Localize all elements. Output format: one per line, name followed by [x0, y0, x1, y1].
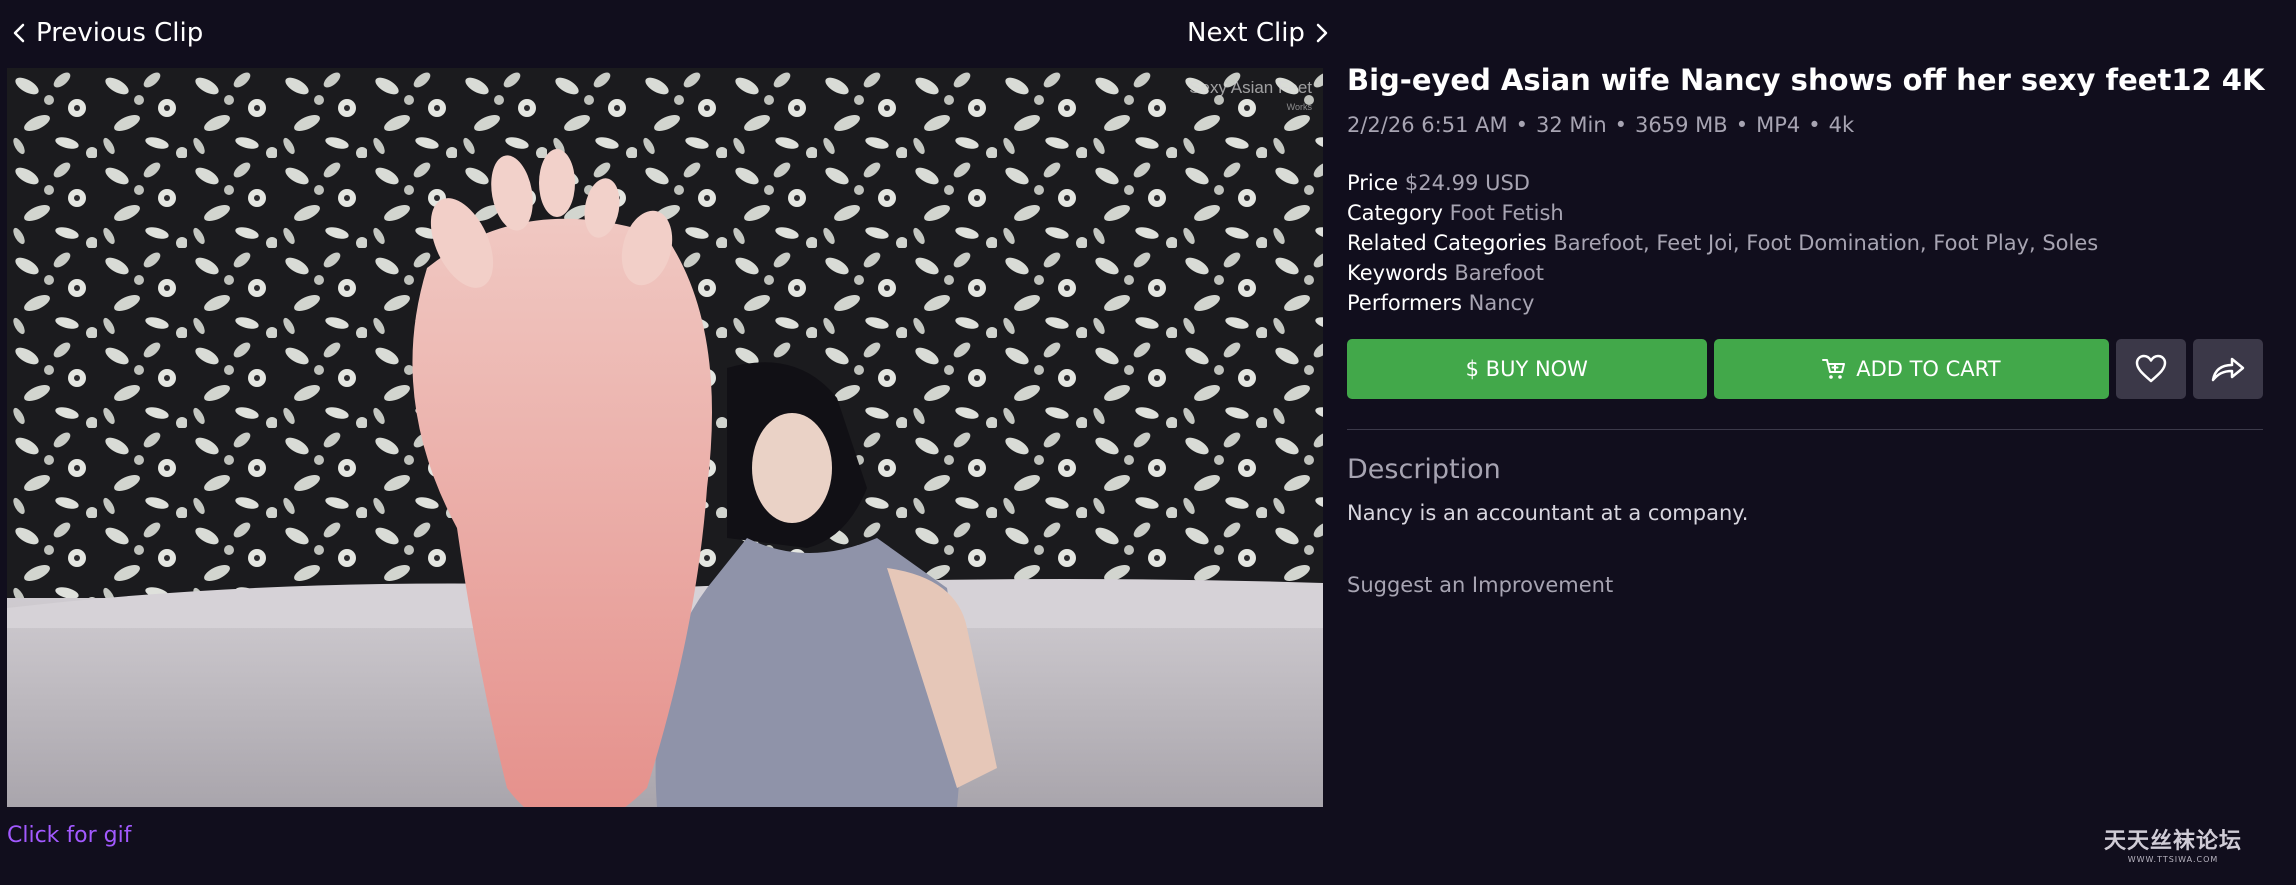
preview-overlay-sub: Works [1287, 102, 1313, 112]
property-label: Price [1347, 171, 1399, 195]
clip-details: Big-eyed Asian wife Nancy shows off her … [1347, 58, 2265, 597]
share-icon [2211, 357, 2245, 382]
meta-separator: • [1515, 113, 1528, 137]
watermark-main: 天天丝袜论坛 [2104, 828, 2243, 854]
clip-format: MP4 [1756, 113, 1801, 137]
click-for-gif-link[interactable]: Click for gif [7, 823, 131, 848]
description-heading: Description [1347, 454, 1501, 485]
buy-now-button[interactable]: $ BUY NOW [1347, 339, 1707, 399]
property-label: Performers [1347, 291, 1462, 315]
section-divider [1347, 429, 2263, 430]
heart-icon [2135, 354, 2167, 383]
clip-duration: 32 Min [1535, 113, 1607, 137]
meta-separator: • [1735, 113, 1749, 137]
property-category: Category Foot Fetish [1347, 198, 2263, 228]
property-label: Related Categories [1347, 231, 1547, 255]
property-performers: Performers Nancy [1347, 288, 2263, 318]
property-label: Keywords [1347, 261, 1448, 285]
meta-separator: • [1614, 113, 1628, 137]
preview-overlay-text: Sexy Asian Feet [1189, 78, 1312, 97]
purchase-actions: $ BUY NOW ADD TO CART [1347, 339, 2263, 399]
forum-watermark-logo: 天天丝袜论坛 WWW.TTSIWA.COM [2104, 823, 2242, 864]
property-label: Category [1347, 201, 1443, 225]
keyword-link[interactable]: Barefoot [1454, 261, 1544, 285]
share-button[interactable] [2193, 339, 2263, 399]
category-link[interactable]: Foot Fetish [1450, 201, 1564, 225]
add-to-cart-label: ADD TO CART [1856, 357, 2001, 381]
chevron-right-icon [1316, 23, 1328, 43]
performer-link[interactable]: Nancy [1469, 291, 1535, 315]
chevron-left-icon [13, 23, 25, 43]
watermark-sub: WWW.TTSIWA.COM [2127, 855, 2219, 864]
suggest-improvement-link[interactable]: Suggest an Improvement [1347, 573, 2263, 597]
previous-clip-label: Previous Clip [36, 18, 204, 48]
clip-preview-image[interactable]: Sexy Asian Feet Works [7, 68, 1323, 807]
property-keywords: Keywords Barefoot [1347, 258, 2263, 288]
favorite-button[interactable] [2116, 339, 2187, 399]
next-clip-label: Next Clip [1187, 18, 1305, 48]
clip-properties: Price $24.99 USD Category Foot Fetish Re… [1347, 168, 2263, 318]
next-clip-link[interactable]: Next Clip [1187, 18, 1329, 48]
property-related-categories: Related Categories Barefoot, Feet Joi, F… [1347, 228, 2263, 258]
preview-illustration: Sexy Asian Feet Works [7, 68, 1323, 807]
property-value: $24.99 USD [1404, 171, 1530, 195]
cart-icon [1822, 359, 1846, 379]
clip-resolution: 4k [1828, 113, 1855, 137]
clip-size: 3659 MB [1635, 113, 1728, 137]
description-text: Nancy is an accountant at a company. [1347, 501, 1749, 525]
related-categories-links[interactable]: Barefoot, Feet Joi, Foot Domination, Foo… [1553, 231, 2098, 255]
buy-now-label: $ BUY NOW [1465, 357, 1588, 381]
previous-clip-link[interactable]: Previous Clip [12, 18, 203, 48]
add-to-cart-button[interactable]: ADD TO CART [1713, 339, 2110, 399]
clip-meta: 2/2/26 6:51 AM • 32 Min • 3659 MB • MP4 • 4k [1347, 108, 2263, 142]
clip-title: Big-eyed Asian wife Nancy shows off her … [1347, 63, 2265, 97]
clip-date: 2/2/26 6:51 AM [1347, 113, 1508, 137]
meta-separator: • [1808, 113, 1821, 137]
property-price: Price $24.99 USD [1347, 168, 2263, 198]
